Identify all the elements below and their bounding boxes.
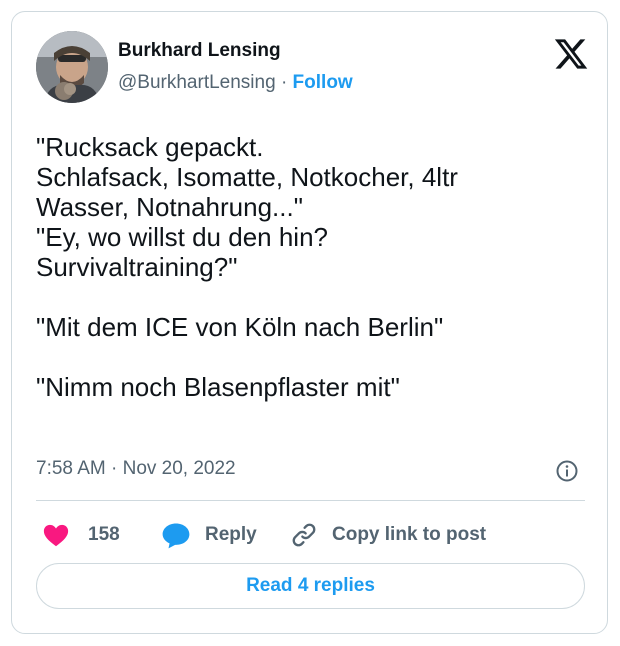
link-icon [292, 523, 316, 547]
author-handle[interactable]: @BurkhartLensing [118, 72, 276, 93]
reply-button[interactable]: Reply [161, 517, 257, 553]
author-name[interactable]: Burkhard Lensing [118, 40, 281, 62]
avatar-photo [36, 31, 108, 103]
like-button[interactable]: 158 [42, 517, 120, 553]
tweet-timestamp[interactable]: 7:58 AM · Nov 20, 2022 [36, 458, 236, 480]
copy-link-button[interactable]: Copy link to post [290, 517, 486, 553]
reply-label: Reply [205, 524, 257, 545]
tweet-text: "Rucksack gepackt. Schlafsack, Isomatte,… [36, 132, 458, 402]
author-handle-row: @BurkhartLensing · Follow [118, 72, 353, 94]
action-bar: 158 Reply Copy link to post [36, 517, 596, 553]
copy-link-label: Copy link to post [332, 524, 487, 545]
speech-bubble-icon [162, 523, 190, 549]
likes-count: 158 [88, 524, 120, 545]
divider [36, 500, 585, 501]
info-icon[interactable] [555, 459, 579, 483]
heart-icon [43, 524, 69, 547]
follow-button[interactable]: Follow [293, 72, 353, 93]
separator-dot: · [280, 72, 288, 93]
avatar[interactable] [36, 31, 108, 103]
read-replies-label: Read 4 replies [246, 575, 375, 596]
read-replies-button[interactable]: Read 4 replies [36, 563, 585, 609]
tweet-card: Burkhard Lensing @BurkhartLensing · Foll… [11, 11, 608, 634]
x-logo-icon[interactable] [553, 36, 589, 72]
